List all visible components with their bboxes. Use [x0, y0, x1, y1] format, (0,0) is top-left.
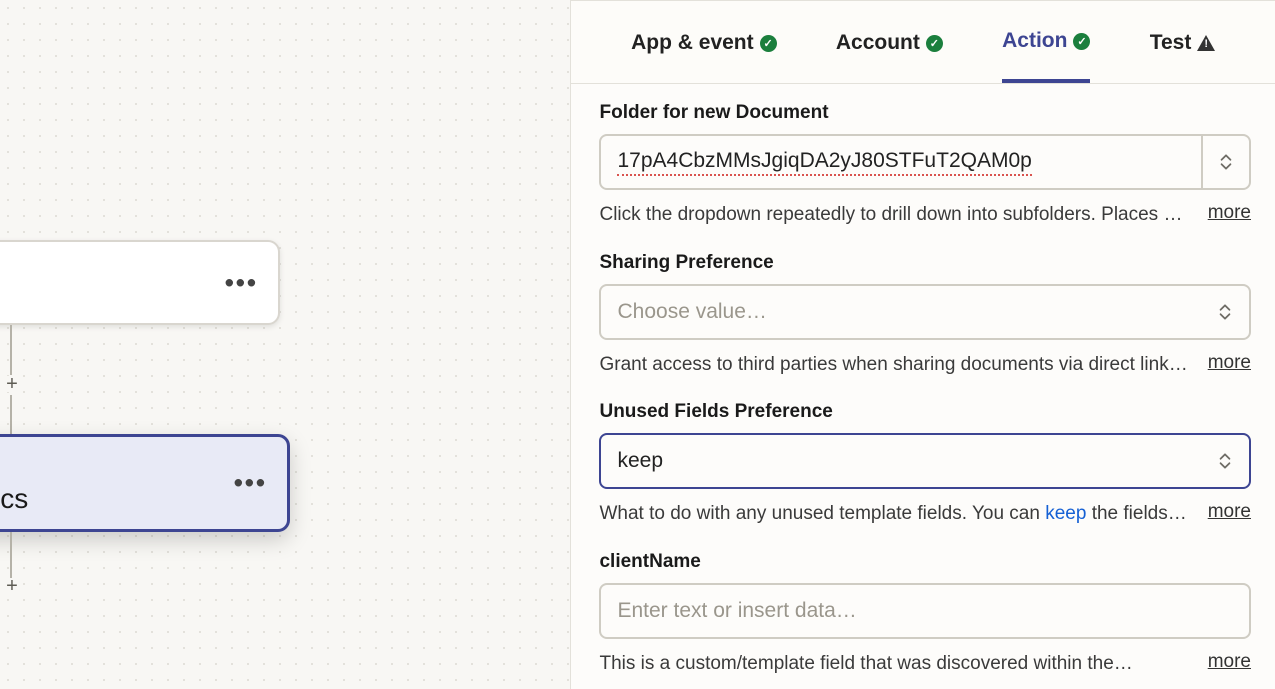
tab-label: Test	[1150, 31, 1192, 55]
action-node[interactable]: cument from n Google Docs •••	[0, 434, 290, 532]
more-link[interactable]: more	[1208, 501, 1251, 523]
more-link[interactable]: more	[1208, 202, 1251, 224]
folder-select-value: 17pA4CbzMMsJgiqDA2yJ80STFuT2QAM0p	[617, 149, 1031, 176]
check-icon: ✓	[926, 35, 943, 52]
more-link[interactable]: more	[1208, 352, 1251, 374]
connector-line	[10, 532, 12, 578]
action-node-label: cument from n Google Docs	[0, 451, 28, 515]
tab-label: Action	[1002, 29, 1067, 53]
folder-select[interactable]: 17pA4CbzMMsJgiqDA2yJ80STFuT2QAM0p	[599, 134, 1251, 190]
clientname-input-wrapper[interactable]	[599, 583, 1251, 639]
tab-test[interactable]: Test	[1150, 1, 1216, 83]
config-tabs: App & event ✓ Account ✓ Action ✓ Test	[571, 0, 1275, 84]
action-node-menu-button[interactable]: •••	[234, 468, 267, 499]
field-sharing: Sharing Preference Choose value… Grant a…	[599, 252, 1251, 378]
warning-icon	[1197, 35, 1215, 51]
trigger-node[interactable]: d in Airtable •••	[0, 240, 280, 325]
tab-label: Account	[836, 31, 920, 55]
add-step-button[interactable]: +	[4, 376, 20, 392]
field-label: Unused Fields Preference	[599, 401, 1251, 423]
tab-app-event[interactable]: App & event ✓	[631, 1, 777, 83]
action-form: Folder for new Document 17pA4CbzMMsJgiqD…	[571, 84, 1275, 689]
field-clientname: clientName This is a custom/template fie…	[599, 551, 1251, 677]
connector-line	[10, 325, 12, 375]
field-helper: Grant access to third parties when shari…	[599, 352, 1187, 378]
trigger-node-menu-button[interactable]: •••	[225, 267, 258, 298]
field-helper: What to do with any unused template fiel…	[599, 501, 1187, 527]
field-helper: Click the dropdown repeatedly to drill d…	[599, 202, 1187, 228]
connector-line	[10, 395, 12, 434]
add-step-button[interactable]: +	[4, 578, 20, 594]
field-helper: This is a custom/template field that was…	[599, 651, 1187, 677]
tab-account[interactable]: Account ✓	[836, 1, 943, 83]
sharing-select[interactable]: Choose value…	[599, 284, 1251, 340]
workflow-canvas[interactable]: d in Airtable ••• + cument from n Google…	[0, 0, 571, 689]
config-panel: App & event ✓ Account ✓ Action ✓ Test Fo…	[571, 0, 1275, 689]
select-caret-icon[interactable]	[1201, 435, 1249, 487]
check-icon: ✓	[1073, 33, 1090, 50]
field-unused: Unused Fields Preference keep What to do…	[599, 401, 1251, 527]
tab-label: App & event	[631, 31, 754, 55]
field-folder: Folder for new Document 17pA4CbzMMsJgiqD…	[599, 102, 1251, 228]
more-link[interactable]: more	[1208, 651, 1251, 673]
tab-action[interactable]: Action ✓	[1002, 1, 1090, 83]
field-label: clientName	[599, 551, 1251, 573]
field-label: Sharing Preference	[599, 252, 1251, 274]
field-label: Folder for new Document	[599, 102, 1251, 124]
unused-select[interactable]: keep	[599, 433, 1251, 489]
unused-select-value: keep	[617, 449, 663, 473]
sharing-select-placeholder: Choose value…	[617, 300, 766, 324]
select-caret-icon[interactable]	[1201, 136, 1249, 188]
select-caret-icon[interactable]	[1201, 286, 1249, 338]
clientname-input[interactable]	[617, 599, 1233, 623]
check-icon: ✓	[760, 35, 777, 52]
